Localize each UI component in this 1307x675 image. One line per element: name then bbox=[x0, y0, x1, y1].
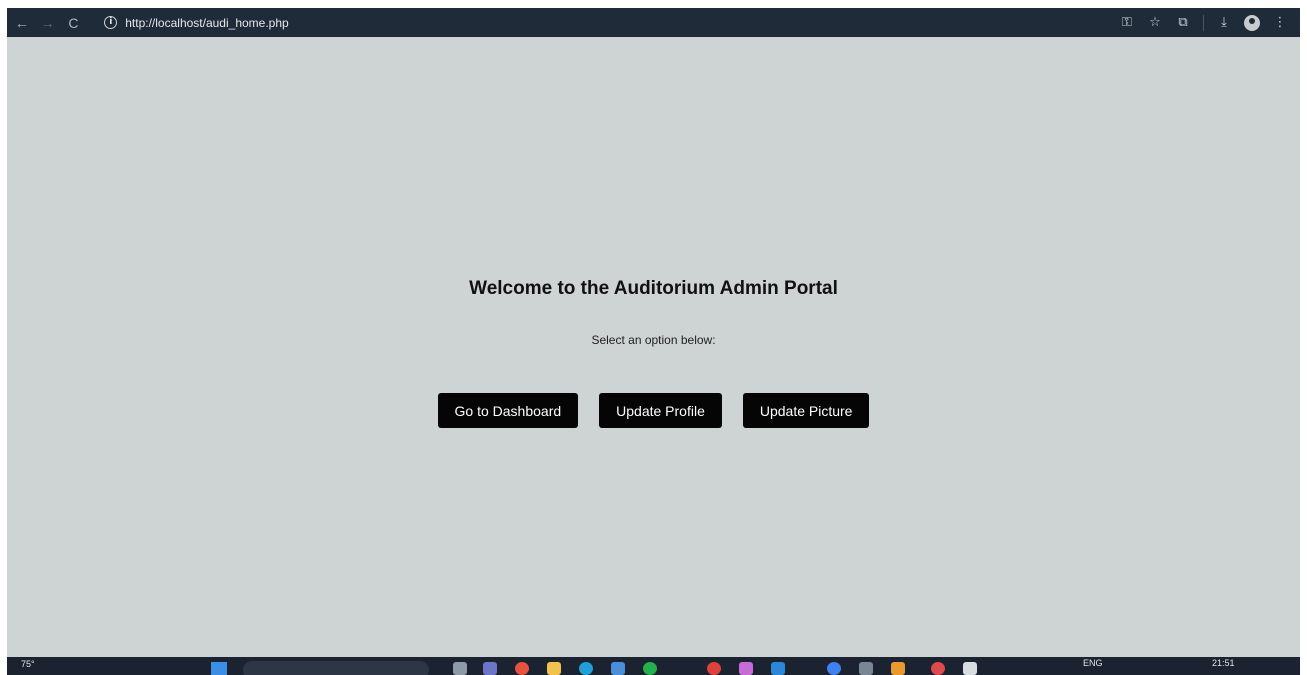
menu-dots-icon[interactable]: ⋮ bbox=[1268, 12, 1292, 34]
taskbar-app-icon[interactable] bbox=[547, 662, 561, 675]
weather-widget[interactable]: 75° bbox=[21, 659, 35, 669]
options-button-row: Go to Dashboard Update Profile Update Pi… bbox=[7, 393, 1300, 428]
extensions-icon[interactable]: ⧉ bbox=[1171, 12, 1195, 34]
taskbar-app-icon[interactable] bbox=[891, 662, 905, 675]
back-arrow-icon: ← bbox=[14, 14, 29, 31]
update-profile-button[interactable]: Update Profile bbox=[599, 393, 722, 428]
taskbar-app-icon[interactable] bbox=[453, 662, 467, 675]
taskbar-app-icon[interactable] bbox=[827, 662, 841, 675]
taskbar-app-icon[interactable] bbox=[963, 662, 977, 675]
go-to-dashboard-button[interactable]: Go to Dashboard bbox=[437, 393, 579, 428]
taskbar-search[interactable] bbox=[243, 661, 429, 675]
windows-start-icon[interactable] bbox=[211, 662, 227, 675]
url-text: http://localhost/audi_home.php bbox=[125, 15, 289, 30]
profile-button[interactable] bbox=[1240, 12, 1264, 34]
taskbar-app-icon[interactable] bbox=[483, 662, 497, 675]
update-picture-button[interactable]: Update Picture bbox=[742, 393, 870, 428]
page-content: Welcome to the Auditorium Admin Portal S… bbox=[7, 37, 1300, 657]
browser-toolbar: ← → C i http://localhost/audi_home.php ⚿… bbox=[7, 8, 1300, 37]
star-icon[interactable]: ☆ bbox=[1143, 12, 1167, 34]
taskbar-app-icon[interactable] bbox=[611, 662, 625, 675]
download-icon[interactable]: ⤓ bbox=[1212, 12, 1236, 34]
taskbar-app-icon[interactable] bbox=[643, 662, 657, 675]
language-indicator[interactable]: ENG bbox=[1083, 658, 1103, 668]
reload-button[interactable]: C bbox=[63, 12, 85, 34]
page-title: Welcome to the Auditorium Admin Portal bbox=[469, 278, 838, 299]
taskbar-app-icon[interactable] bbox=[931, 662, 945, 675]
info-icon[interactable]: i bbox=[104, 16, 118, 29]
address-bar[interactable]: i http://localhost/audi_home.php bbox=[96, 12, 1115, 34]
taskbar-app-icon[interactable] bbox=[579, 662, 593, 675]
taskbar-app-icon[interactable] bbox=[739, 662, 753, 675]
page-subtitle: Select an option below: bbox=[591, 333, 716, 347]
taskbar-app-icon[interactable] bbox=[515, 662, 529, 675]
back-button[interactable]: ← bbox=[11, 12, 33, 34]
key-icon[interactable]: ⚿ bbox=[1115, 12, 1139, 34]
taskbar-app-icon[interactable] bbox=[707, 662, 721, 675]
taskbar-app-icon[interactable] bbox=[771, 662, 785, 675]
toolbar-actions: ⚿ ☆ ⧉ ⤓ ⋮ bbox=[1115, 12, 1300, 34]
profile-icon bbox=[1244, 14, 1260, 31]
taskbar: 75° ENG 21:51 bbox=[7, 657, 1300, 675]
taskbar-app-icon[interactable] bbox=[859, 662, 873, 675]
forward-arrow-icon: → bbox=[40, 14, 55, 31]
forward-button[interactable]: → bbox=[37, 12, 59, 34]
taskbar-clock[interactable]: 21:51 bbox=[1212, 658, 1235, 668]
reload-icon: C bbox=[68, 14, 79, 31]
toolbar-divider bbox=[1203, 14, 1204, 31]
